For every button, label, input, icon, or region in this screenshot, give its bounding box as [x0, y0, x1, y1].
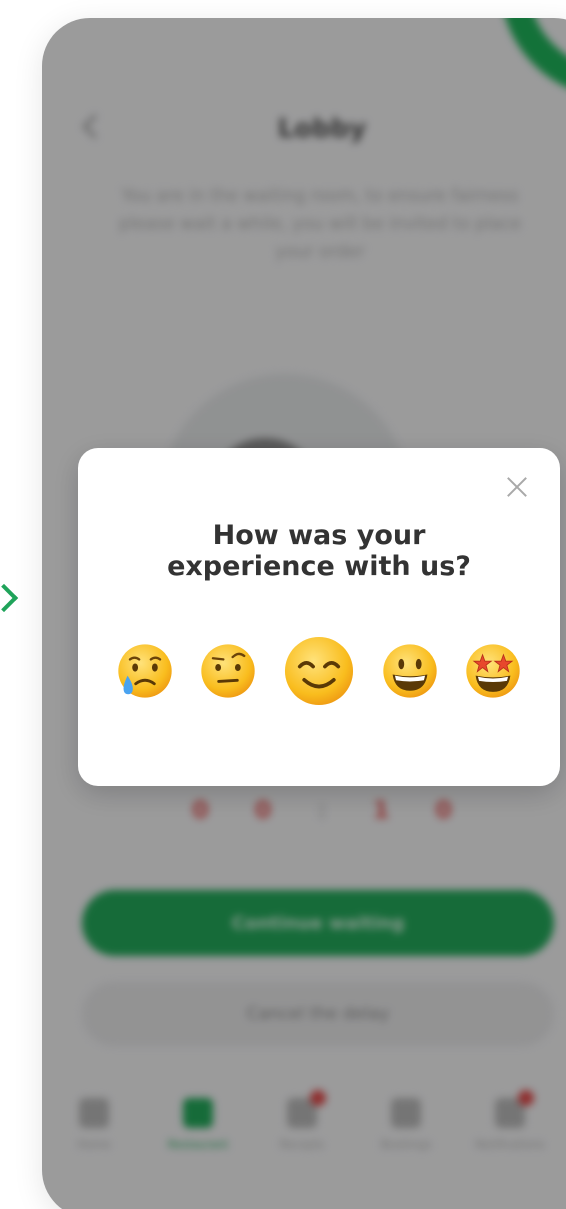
dialog-title-line: experience with us?: [167, 551, 471, 582]
rating-dialog: How was your experience with us?: [78, 448, 560, 786]
smiling-face-icon[interactable]: [282, 634, 356, 708]
arrow-right-icon: [0, 583, 19, 613]
close-icon[interactable]: [502, 472, 532, 502]
rating-options: [116, 626, 522, 716]
screen: Lobby You are in the waiting room, to en…: [0, 0, 566, 1209]
raised-eyebrow-face-icon[interactable]: [199, 642, 257, 700]
dialog-title-line: How was your: [212, 520, 426, 551]
star-struck-face-icon[interactable]: [464, 642, 522, 700]
grinning-face-icon[interactable]: [381, 642, 439, 700]
dialog-title: How was your experience with us?: [78, 520, 560, 582]
crying-face-icon[interactable]: [116, 642, 174, 700]
